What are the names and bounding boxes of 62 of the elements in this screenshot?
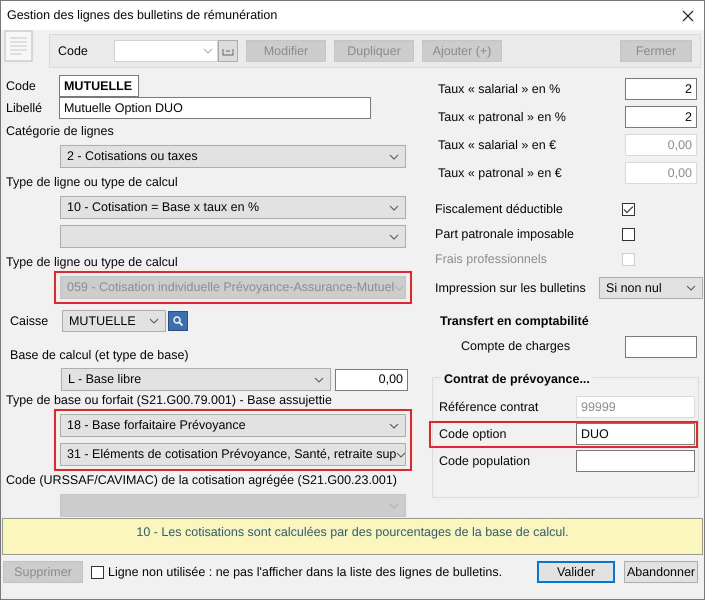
checkbox[interactable] [91,566,104,578]
field-label: Référence contrat [439,398,538,416]
checkbox-label: Part patronale imposable [435,226,575,244]
dropdown[interactable]: Si non nul [599,277,703,299]
chevron-down-icon [389,154,399,160]
dialog-button[interactable]: Abandonner [624,561,698,583]
chevron-down-icon [686,285,696,291]
input-field[interactable]: Mutuelle Option DUO [59,97,371,119]
chevron-down-icon [314,376,324,382]
input-field[interactable]: 2 [625,78,697,100]
field-label: Type de ligne ou type de calcul [6,174,179,191]
field-label: Type de base ou forfait (S21.G00.79.001) - Base assujettie [6,392,333,409]
dropdown[interactable]: MUTUELLE [62,310,166,332]
field-label: Code (URSSAF/CAVIMAC) de la cotisation agrégée (S21.G00.23.001) [6,472,398,489]
field-label: Taux « salarial » en % [438,80,560,98]
input-field[interactable] [576,450,695,472]
field-label: Impression sur les bulletins [435,280,587,297]
window-title: Gestion des lignes des bulletins de rémunération [7,7,278,24]
field-label: Code option [439,426,506,443]
field-label: Taux « salarial » en € [438,136,556,154]
checkbox-label: Frais professionnels [435,251,548,268]
input-field[interactable]: DUO [576,423,695,445]
chevron-down-icon [389,204,399,210]
field-label: Catégorie de lignes [6,123,115,140]
field-label: Libellé [6,100,44,117]
dropdown[interactable]: 2 - Cotisations ou taxes [60,145,406,168]
field-label: Code population [439,452,530,470]
dropdown[interactable]: 10 - Cotisation = Base x taux en % [60,196,406,219]
close-icon[interactable] [682,10,694,22]
checkbox[interactable] [622,228,635,241]
chevron-down-icon [149,318,159,324]
search-button[interactable] [168,311,188,331]
field-label: Taux « patronal » en % [438,108,566,126]
lookup-button[interactable] [218,40,238,62]
search-icon [172,315,184,327]
field-label: Taux « patronal » en € [438,164,562,182]
field-label: Code [58,42,89,60]
chevron-down-icon [203,48,213,54]
field-label: Caisse [10,312,50,330]
checkbox-label: Fiscalement déductible [435,201,564,218]
input-field[interactable]: 0,00 [335,368,408,390]
section-title: Transfert en comptabilité [439,313,590,330]
field-label: Base de calcul (et type de base) [10,347,190,364]
chevron-down-icon [389,422,399,428]
tray-icon [222,46,234,56]
field-label: Type de ligne ou type de calcul [6,254,179,271]
checkbox-label: Ligne non utilisée : ne pas l'afficher dans la liste des lignes de bulletins. [108,564,502,581]
input-field[interactable] [625,336,697,358]
info-banner: 10 - Les cotisations sont calculées par des pourcentages de la base de calcul. [2,518,703,555]
checkbox[interactable] [622,203,635,216]
dropdown[interactable]: L - Base libre [61,368,331,391]
dialog-button[interactable]: Valider [537,561,615,583]
field-label: Compte de charges [461,338,570,356]
chevron-down-icon [389,234,399,240]
field-label: Code [6,78,37,95]
dropdown[interactable]: 31 - Eléments de cotisation Prévoyance, Santé, retraite sup [60,443,406,466]
input-field[interactable]: MUTUELLE [59,75,139,97]
chevron-down-icon [394,284,404,290]
chevron-down-icon [389,502,399,508]
dropdown[interactable]: 18 - Base forfaitaire Prévoyance [60,414,406,437]
chevron-down-icon [396,452,406,458]
input-field[interactable]: 2 [625,106,697,128]
